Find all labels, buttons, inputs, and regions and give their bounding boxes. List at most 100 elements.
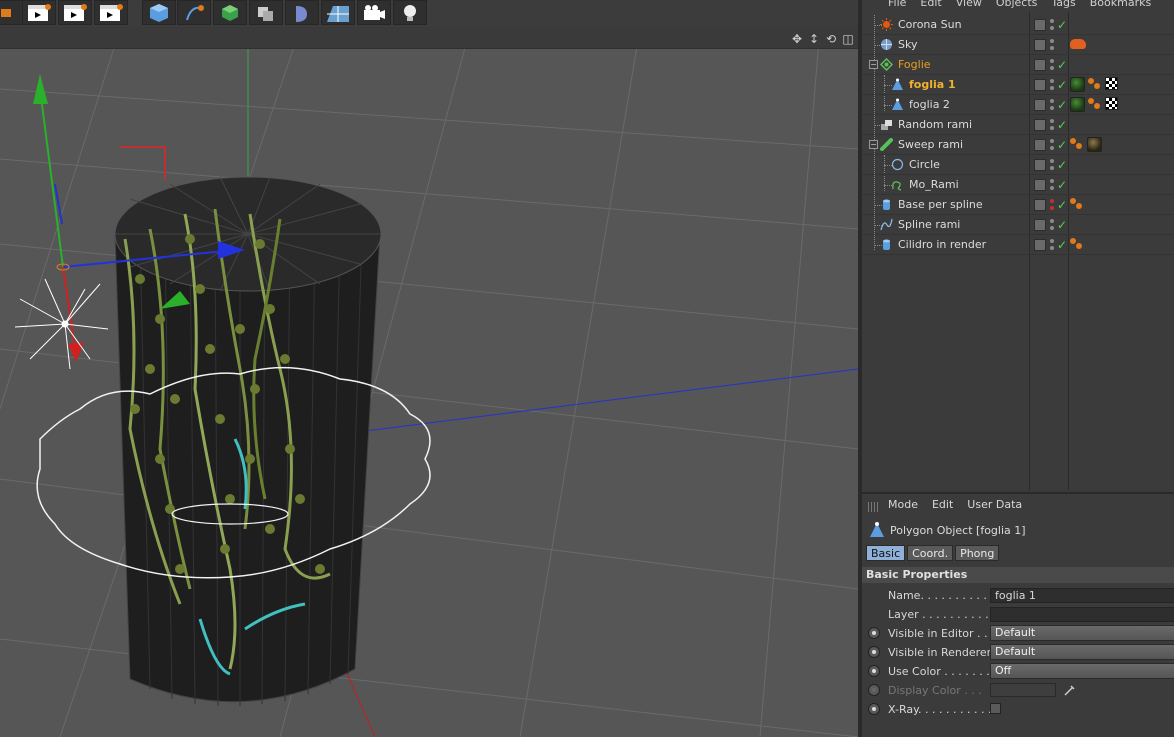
menu-file[interactable]: File <box>888 0 906 12</box>
checker-tag-icon[interactable] <box>1105 77 1118 90</box>
menu-view[interactable]: View <box>956 0 982 12</box>
object-row-foglia-1[interactable]: foglia 1 ✓ <box>862 75 1174 95</box>
xray-checkbox[interactable] <box>990 703 1001 714</box>
cloner-icon[interactable] <box>249 0 283 25</box>
checker-tag-icon[interactable] <box>1105 97 1118 110</box>
object-row-cilidro-in-render[interactable]: Cilidro in render ✓ <box>862 235 1174 255</box>
render-settings-icon[interactable] <box>94 0 128 25</box>
layer-toggle[interactable] <box>1034 159 1046 171</box>
material-tag-icon[interactable] <box>1070 77 1085 92</box>
material-tag-icon[interactable] <box>1070 97 1085 112</box>
layer-input[interactable] <box>990 607 1174 622</box>
tab-coord[interactable]: Coord. <box>907 545 954 561</box>
use-color-dropdown[interactable]: Off <box>990 663 1174 679</box>
enabled-check-icon[interactable]: ✓ <box>1057 138 1067 152</box>
visibility-dots[interactable] <box>1049 238 1055 252</box>
enabled-check-icon[interactable]: ✓ <box>1057 18 1067 32</box>
enabled-check-icon[interactable]: ✓ <box>1057 58 1067 72</box>
menu-edit[interactable]: Edit <box>920 0 941 12</box>
eyedropper-icon[interactable] <box>1064 684 1076 696</box>
menu-edit[interactable]: Edit <box>932 498 953 516</box>
visibility-dots[interactable] <box>1049 158 1055 172</box>
layer-toggle[interactable] <box>1034 79 1046 91</box>
enabled-check-icon[interactable]: ✓ <box>1057 158 1067 172</box>
enabled-check-icon[interactable]: ✓ <box>1057 198 1067 212</box>
menu-user-data[interactable]: User Data <box>967 498 1022 516</box>
visibility-dots[interactable] <box>1049 178 1055 192</box>
sky-tag-icon[interactable] <box>1070 39 1086 49</box>
animate-radio-icon[interactable] <box>868 627 880 639</box>
animate-radio-icon[interactable] <box>868 646 880 658</box>
texture-tag-icon[interactable] <box>1070 237 1084 251</box>
layer-toggle[interactable] <box>1034 59 1046 71</box>
enabled-check-icon[interactable]: ✓ <box>1057 78 1067 92</box>
object-row-corona-sun[interactable]: Corona Sun ✓ <box>862 15 1174 35</box>
object-row-foglia-2[interactable]: foglia 2 ✓ <box>862 95 1174 115</box>
layer-toggle[interactable] <box>1034 99 1046 111</box>
object-row-foglie[interactable]: − Foglie ✓ <box>862 55 1174 75</box>
enabled-check-icon[interactable]: ✓ <box>1057 238 1067 252</box>
tab-basic[interactable]: Basic <box>866 545 906 561</box>
enabled-check-icon[interactable]: ✓ <box>1057 118 1067 132</box>
menu-objects[interactable]: Objects <box>996 0 1038 12</box>
render-view-icon[interactable] <box>22 0 56 25</box>
menu-tags[interactable]: Tags <box>1051 0 1075 12</box>
texture-tag-icon[interactable] <box>1070 137 1084 151</box>
sun-light-gizmo[interactable] <box>14 278 109 370</box>
animate-radio-icon[interactable] <box>868 703 880 715</box>
visibility-dots[interactable] <box>1049 58 1055 72</box>
rotate-view-icon[interactable]: ⟲ <box>823 31 839 47</box>
name-input[interactable]: foglia 1 <box>990 588 1174 603</box>
object-row-sweep-rami[interactable]: − Sweep rami ✓ <box>862 135 1174 155</box>
enabled-check-icon[interactable]: ✓ <box>1057 218 1067 232</box>
visibility-dots[interactable] <box>1049 78 1055 92</box>
layer-toggle[interactable] <box>1034 139 1046 151</box>
animate-radio-icon[interactable] <box>868 665 880 677</box>
light-icon[interactable] <box>393 0 427 25</box>
layer-toggle[interactable] <box>1034 19 1046 31</box>
visibility-dots[interactable] <box>1049 198 1055 212</box>
layer-toggle[interactable] <box>1034 179 1046 191</box>
toggle-view-icon[interactable]: ◫ <box>840 31 856 47</box>
object-row-base-per-spline[interactable]: Base per spline ✓ <box>862 195 1174 215</box>
object-row-spline-rami[interactable]: Spline rami ✓ <box>862 215 1174 235</box>
layer-toggle[interactable] <box>1034 239 1046 251</box>
object-row-random-rami[interactable]: Random rami ✓ <box>862 115 1174 135</box>
deformer-icon[interactable] <box>285 0 319 25</box>
collapse-icon[interactable]: − <box>869 140 878 149</box>
layer-toggle[interactable] <box>1034 219 1046 231</box>
visible-in-editor-dropdown[interactable]: Default <box>990 625 1174 641</box>
layer-toggle[interactable] <box>1034 119 1046 131</box>
camera-icon[interactable] <box>357 0 391 25</box>
menu-bookmarks[interactable]: Bookmarks <box>1090 0 1151 12</box>
layer-toggle[interactable] <box>1034 39 1046 51</box>
render-picture-viewer-icon[interactable] <box>58 0 92 25</box>
visibility-dots[interactable] <box>1049 98 1055 112</box>
3d-viewport[interactable] <box>0 29 858 737</box>
collapse-icon[interactable]: − <box>869 60 878 69</box>
texture-tag-icon[interactable] <box>1070 197 1084 211</box>
zoom-view-icon[interactable]: ↕ <box>806 31 822 47</box>
floor-icon[interactable] <box>321 0 355 25</box>
enabled-check-icon[interactable]: ✓ <box>1057 178 1067 192</box>
visibility-dots[interactable] <box>1049 118 1055 132</box>
menu-mode[interactable]: Mode <box>888 498 918 516</box>
tab-phong[interactable]: Phong <box>955 545 1000 561</box>
visible-in-renderer-dropdown[interactable]: Default <box>990 644 1174 660</box>
texture-tag-icon[interactable] <box>1088 77 1102 91</box>
material-tag-icon[interactable] <box>1087 137 1102 152</box>
subdivision-surface-icon[interactable] <box>213 0 247 25</box>
visibility-dots[interactable] <box>1049 218 1055 232</box>
visibility-dots[interactable] <box>1049 18 1055 32</box>
visibility-dots[interactable] <box>1049 138 1055 152</box>
object-row-circle[interactable]: Circle ✓ <box>862 155 1174 175</box>
layer-toggle[interactable] <box>1034 199 1046 211</box>
object-row-mo-rami[interactable]: Mo_Rami ✓ <box>862 175 1174 195</box>
partial-tool-button[interactable] <box>0 0 24 25</box>
pen-spline-icon[interactable] <box>177 0 211 25</box>
move-view-icon[interactable]: ✥ <box>789 31 805 47</box>
object-row-sky[interactable]: Sky <box>862 35 1174 55</box>
cube-icon[interactable] <box>142 0 176 25</box>
texture-tag-icon[interactable] <box>1088 97 1102 111</box>
visibility-dots[interactable] <box>1049 38 1055 52</box>
